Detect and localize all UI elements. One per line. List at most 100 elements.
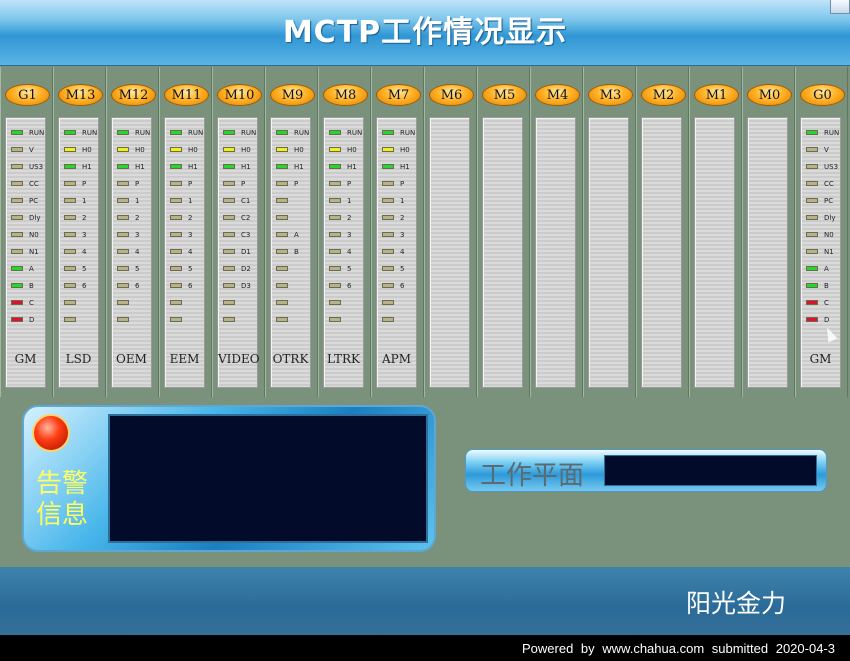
module-id-badge[interactable]: M12 <box>111 84 156 106</box>
led-label: Dly <box>824 214 836 222</box>
led-label: P <box>135 180 140 188</box>
module-id-badge[interactable]: G0 <box>800 84 845 106</box>
led-label: RUN <box>29 129 45 137</box>
status-led-icon <box>223 215 235 220</box>
module-card[interactable] <box>535 117 576 388</box>
module-rack: G1 RUN V US3 CC PC Dly N0 N1 A B C D GM M13 RUN H0 H1 P 1 2 3… <box>0 67 850 397</box>
status-led-icon <box>223 283 235 288</box>
module-id-badge[interactable]: M13 <box>58 84 103 106</box>
led-label: V <box>29 146 34 154</box>
module-card[interactable]: RUN H0 H1 P 1 2 3 4 5 6 LSD <box>58 117 99 388</box>
module-id-badge[interactable]: G1 <box>5 84 50 106</box>
alarm-panel: 告警信息 <box>22 405 436 552</box>
status-led-icon <box>223 232 235 237</box>
status-led-icon <box>223 147 235 152</box>
led-label: D2 <box>241 265 251 273</box>
module-id-badge[interactable]: M10 <box>217 84 262 106</box>
status-led-icon <box>329 215 341 220</box>
module-card[interactable] <box>694 117 735 388</box>
module-card[interactable]: RUN H0 H1 P 1 2 3 4 5 6 EEM <box>164 117 205 388</box>
module-id-badge[interactable]: M9 <box>270 84 315 106</box>
module-slot: M8 RUN H0 H1 P 1 2 3 4 5 6 LTRK <box>318 67 371 397</box>
footer-bar: 阳光金力 <box>0 567 850 635</box>
module-id-badge[interactable]: M0 <box>747 84 792 106</box>
module-card[interactable] <box>482 117 523 388</box>
led-label: RUN <box>824 129 840 137</box>
status-led-icon <box>382 283 394 288</box>
status-led-icon <box>170 147 182 152</box>
module-id-badge[interactable]: M5 <box>482 84 527 106</box>
status-led-icon <box>117 198 129 203</box>
module-card[interactable]: RUN H0 H1 P C1 C2 C3 D1 D2 D3 VIDEO <box>217 117 260 388</box>
module-card[interactable] <box>429 117 470 388</box>
module-slot: M3 <box>583 67 636 397</box>
status-led-icon <box>11 283 23 288</box>
status-led-icon <box>223 249 235 254</box>
module-id-badge[interactable]: M8 <box>323 84 368 106</box>
module-card[interactable] <box>588 117 629 388</box>
module-id-badge[interactable]: M1 <box>694 84 739 106</box>
module-card[interactable] <box>747 117 788 388</box>
led-label: 2 <box>188 214 193 222</box>
status-led-icon <box>64 232 76 237</box>
status-led-icon <box>276 130 288 135</box>
status-led-icon <box>806 317 818 322</box>
module-card[interactable] <box>641 117 682 388</box>
status-led-icon <box>64 181 76 186</box>
alarm-label: 告警信息 <box>36 469 89 530</box>
module-name: OEM <box>116 352 147 366</box>
led-label: 6 <box>188 282 193 290</box>
led-label: A <box>294 231 299 239</box>
led-label: B <box>29 282 34 290</box>
status-led-icon <box>329 198 341 203</box>
led-label: D1 <box>241 248 251 256</box>
status-led-icon <box>11 232 23 237</box>
status-led-icon <box>11 266 23 271</box>
status-led-icon <box>170 130 182 135</box>
status-led-icon <box>276 181 288 186</box>
led-label: RUN <box>347 129 363 137</box>
module-card[interactable]: RUN H0 H1 P 1 2 3 4 5 6 APM <box>376 117 417 388</box>
led-label: B <box>824 282 829 290</box>
status-led-icon <box>276 283 288 288</box>
module-id-badge[interactable]: M3 <box>588 84 633 106</box>
module-card[interactable]: RUN V US3 CC PC Dly N0 N1 A B C D GM <box>5 117 46 388</box>
module-id-badge[interactable]: M7 <box>376 84 421 106</box>
module-card[interactable]: RUN H0 H1 P 1 2 3 4 5 6 LTRK <box>323 117 364 388</box>
module-card[interactable]: RUN V US3 CC PC Dly N0 N1 A B C D GM <box>800 117 841 388</box>
led-label: RUN <box>241 129 257 137</box>
led-label: D <box>824 316 830 324</box>
title-bar: MCTP工作情况显示 <box>0 0 850 66</box>
module-id-badge[interactable]: M6 <box>429 84 474 106</box>
module-card[interactable]: RUN H0 H1 P A B OTRK <box>270 117 311 388</box>
led-label: H0 <box>82 146 92 154</box>
module-id-badge[interactable]: M11 <box>164 84 209 106</box>
led-label: 6 <box>347 282 352 290</box>
led-label: 2 <box>400 214 405 222</box>
status-led-icon <box>806 215 818 220</box>
led-label: H0 <box>135 146 145 154</box>
status-led-icon <box>170 300 182 305</box>
status-led-icon <box>806 181 818 186</box>
work-plane-display <box>604 455 817 486</box>
status-led-icon <box>806 147 818 152</box>
window-control-button[interactable] <box>830 0 850 14</box>
led-label: P <box>347 180 352 188</box>
status-led-icon <box>117 130 129 135</box>
led-label: PC <box>824 197 834 205</box>
module-slot: M1 <box>689 67 742 397</box>
led-label: 4 <box>82 248 87 256</box>
led-label: RUN <box>135 129 151 137</box>
module-id-badge[interactable]: M4 <box>535 84 580 106</box>
status-led-icon <box>170 198 182 203</box>
led-label: 4 <box>347 248 352 256</box>
status-led-icon <box>11 317 23 322</box>
led-label: US3 <box>824 163 839 171</box>
status-led-icon <box>329 130 341 135</box>
led-label: P <box>294 180 299 188</box>
led-label: P <box>241 180 246 188</box>
status-led-icon <box>64 164 76 169</box>
led-label: RUN <box>400 129 416 137</box>
module-id-badge[interactable]: M2 <box>641 84 686 106</box>
module-card[interactable]: RUN H0 H1 P 1 2 3 4 5 6 OEM <box>111 117 152 388</box>
